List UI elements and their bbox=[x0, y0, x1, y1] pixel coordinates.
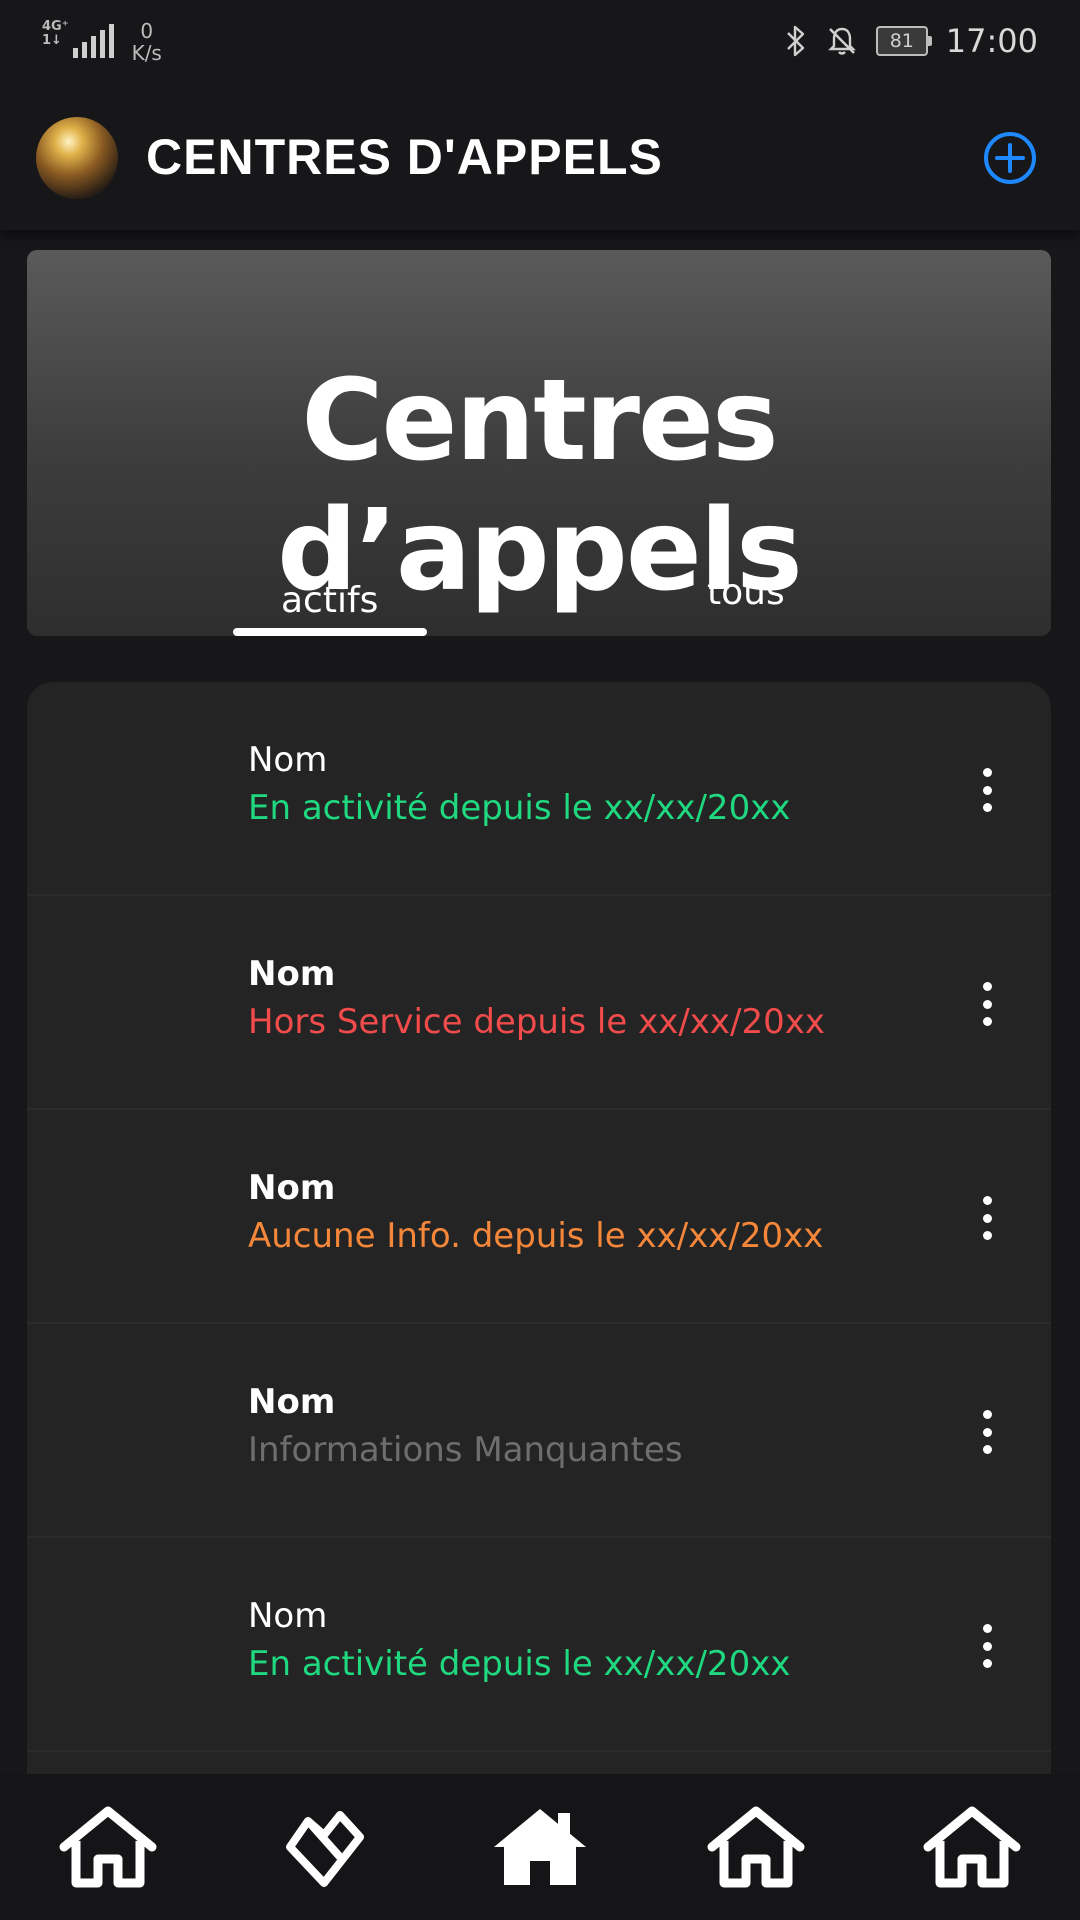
network-type: 4G⁺ bbox=[42, 19, 69, 34]
avatar[interactable] bbox=[36, 117, 118, 199]
battery-level: 81 bbox=[889, 30, 914, 52]
home-outline-icon bbox=[59, 1806, 157, 1888]
hero-title: Centres d’appels bbox=[277, 356, 803, 616]
home-filled-icon bbox=[494, 1809, 586, 1885]
tab-indicator bbox=[233, 628, 427, 636]
status-right: 81 17:00 bbox=[784, 22, 1038, 60]
more-options-icon[interactable] bbox=[981, 1196, 993, 1240]
home-outline-icon bbox=[923, 1806, 1021, 1888]
call-center-list: Nom En activité depuis le xx/xx/20xx Nom… bbox=[27, 682, 1051, 1782]
network-speed: 0 K/s bbox=[132, 20, 162, 64]
more-options-icon[interactable] bbox=[981, 768, 993, 812]
speed-value: 0 bbox=[140, 19, 154, 43]
item-status: Aucune Info. depuis le xx/xx/20xx bbox=[248, 1216, 824, 1256]
bluetooth-icon bbox=[784, 24, 808, 58]
signal-icon bbox=[72, 22, 114, 58]
battery-icon: 81 bbox=[875, 26, 932, 56]
list-item[interactable]: Nom Informations Manquantes bbox=[27, 1324, 1051, 1538]
item-name: Nom bbox=[248, 740, 328, 780]
network-sub: 1↓ bbox=[42, 33, 62, 48]
clock: 17:00 bbox=[945, 22, 1038, 60]
list-item[interactable]: Nom En activité depuis le xx/xx/20xx bbox=[27, 682, 1051, 896]
list-item[interactable]: Nom Hors Service depuis le xx/xx/20xx bbox=[27, 896, 1051, 1110]
list-item[interactable]: Nom En activité depuis le xx/xx/20xx bbox=[27, 1538, 1051, 1752]
nav-home-1[interactable] bbox=[53, 1792, 163, 1902]
plus-circle-icon bbox=[984, 132, 1036, 184]
item-status: En activité depuis le xx/xx/20xx bbox=[248, 788, 791, 828]
item-name: Nom bbox=[248, 954, 336, 994]
list-item[interactable]: Nom Aucune Info. depuis le xx/xx/20xx bbox=[27, 1110, 1051, 1324]
more-options-icon[interactable] bbox=[981, 1410, 993, 1454]
nav-home-2[interactable] bbox=[701, 1792, 811, 1902]
add-button[interactable] bbox=[982, 130, 1038, 186]
nav-home-active[interactable] bbox=[485, 1792, 595, 1902]
tab-tous[interactable]: tous bbox=[707, 572, 785, 613]
item-name: Nom bbox=[248, 1168, 336, 1208]
status-bar: 4G⁺ 1↓ 0 K/s 81 17:00 bbox=[0, 0, 1080, 90]
tab-actifs[interactable]: actifs bbox=[281, 580, 378, 621]
more-options-icon[interactable] bbox=[981, 982, 993, 1026]
item-status: Hors Service depuis le xx/xx/20xx bbox=[248, 1002, 826, 1042]
notifications-off-icon bbox=[826, 25, 858, 57]
page-title: CENTRES D'APPELS bbox=[146, 129, 663, 185]
item-status: Informations Manquantes bbox=[248, 1430, 683, 1470]
speed-unit: K/s bbox=[131, 41, 162, 65]
more-options-icon[interactable] bbox=[981, 1624, 993, 1668]
item-status: En activité depuis le xx/xx/20xx bbox=[248, 1644, 791, 1684]
bottom-nav bbox=[0, 1774, 1080, 1920]
item-name: Nom bbox=[248, 1596, 328, 1636]
nav-home-3[interactable] bbox=[917, 1792, 1027, 1902]
item-name: Nom bbox=[248, 1382, 336, 1422]
home-outline-icon bbox=[707, 1806, 805, 1888]
nav-favorites[interactable] bbox=[269, 1792, 379, 1902]
app-header: CENTRES D'APPELS bbox=[0, 90, 1080, 230]
hero-banner: Centres d’appels actifs tous bbox=[27, 250, 1051, 636]
status-left: 4G⁺ 1↓ 0 K/s bbox=[42, 20, 162, 65]
heart-diamond-icon bbox=[286, 1811, 364, 1887]
network-indicator: 4G⁺ 1↓ bbox=[42, 20, 73, 48]
